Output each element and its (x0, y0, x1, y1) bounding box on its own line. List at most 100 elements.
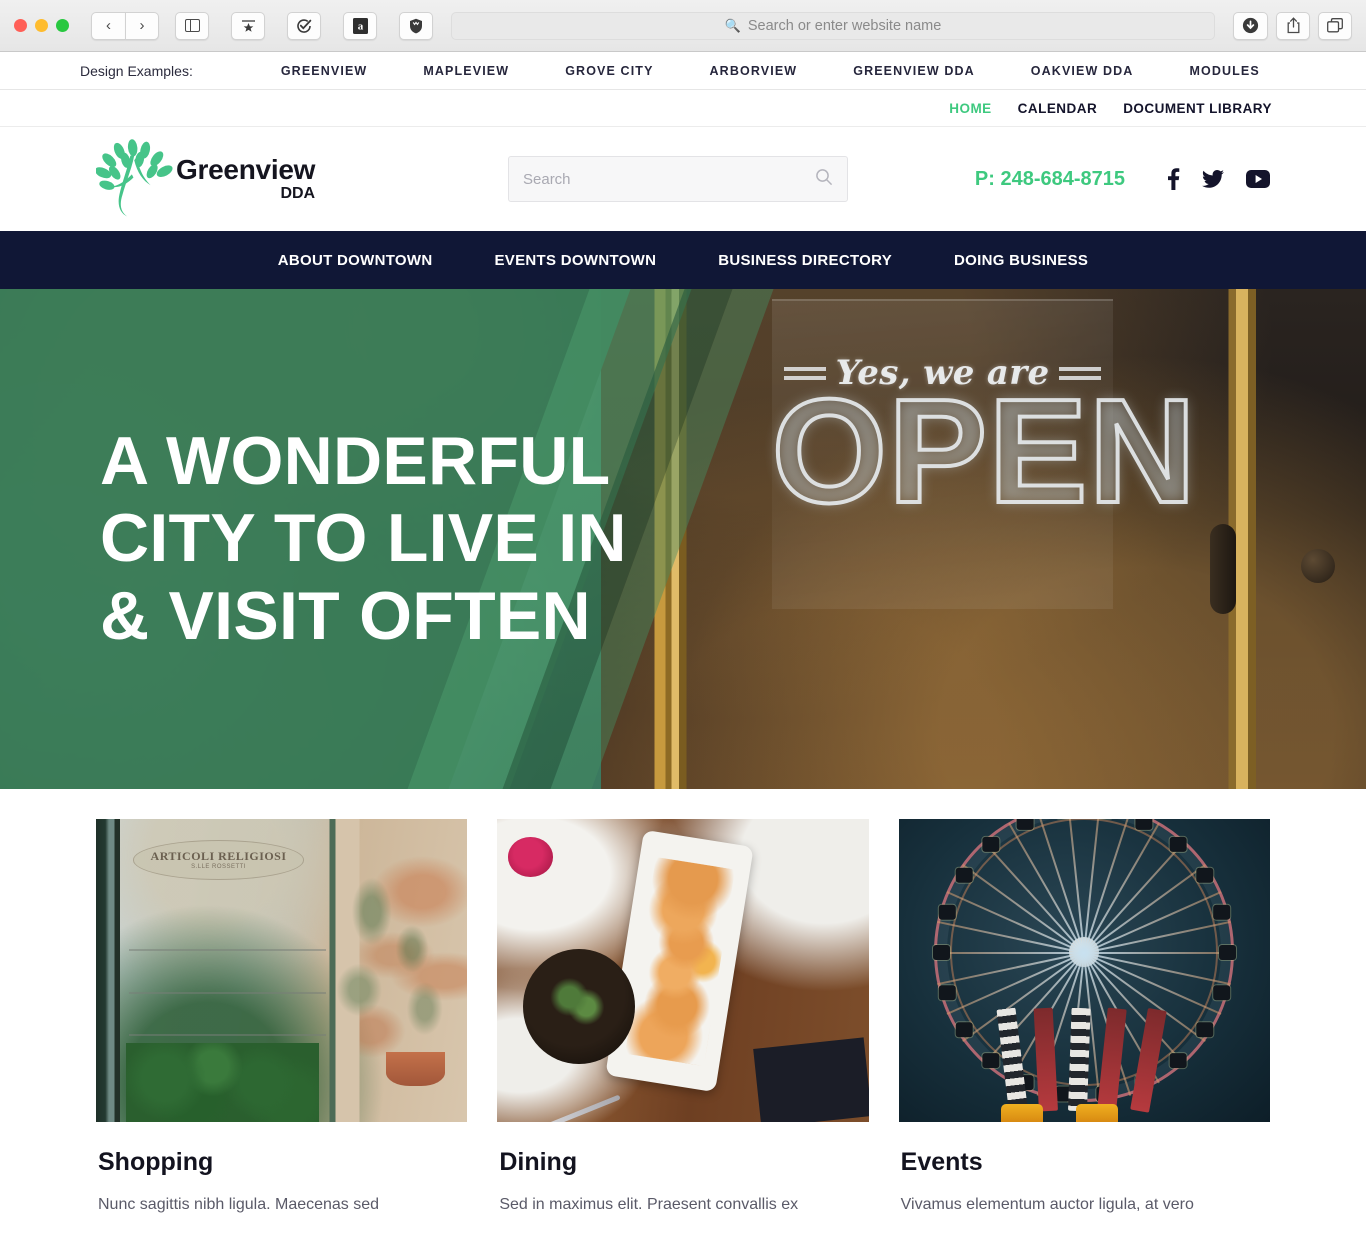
olive-branch (333, 873, 460, 1062)
dark-bowl (523, 949, 635, 1065)
window-plants (125, 1043, 319, 1122)
design-examples-label: Design Examples: (80, 62, 193, 79)
example-link-grove-city[interactable]: GROVE CITY (537, 64, 681, 78)
site-search-box[interactable] (508, 156, 848, 202)
feature-card-title: Dining (499, 1148, 578, 1176)
nav-item-about-downtown[interactable]: ABOUT DOWNTOWN (247, 252, 464, 269)
svg-text:a: a (357, 20, 363, 32)
feature-cards-section: ARTICOLI RELIGIOSI S.LLE ROSSETTI Shoppi… (0, 789, 1366, 1218)
amazon-bookmark-button[interactable]: a (343, 11, 377, 40)
browser-toolbar: ‹ › a 🔍 Search or enter website name (0, 0, 1366, 52)
nav-item-business-directory[interactable]: BUSINESS DIRECTORY (687, 252, 923, 269)
share-icon (1287, 17, 1299, 34)
ferris-car (939, 905, 957, 921)
twitter-icon[interactable] (1202, 170, 1224, 188)
downloads-button[interactable] (1233, 11, 1268, 40)
feature-card-events[interactable]: Events Vivamus elementum auctor ligula, … (898, 819, 1270, 1218)
phone-number[interactable]: P: 248-684-8715 (975, 168, 1125, 191)
feature-card-description: Nunc sagittis nibh ligula. Maecenas sed (98, 1196, 380, 1213)
ferris-car (1213, 985, 1231, 1001)
storefront-sign: ARTICOLI RELIGIOSI S.LLE ROSSETTI (133, 840, 304, 880)
download-icon (1242, 17, 1259, 34)
ferris-spoke (1084, 952, 1235, 955)
design-examples-links: GREENVIEW MAPLEVIEW GROVE CITY ARBORVIEW… (253, 64, 1288, 78)
site-logo[interactable]: Greenview DDA (96, 139, 426, 219)
tab-overview-button[interactable] (1318, 11, 1352, 40)
storefront-window-photo[interactable]: ARTICOLI RELIGIOSI S.LLE ROSSETTI (96, 819, 468, 1122)
hero-content: A WONDERFUL CITY TO LIVE IN & VISIT OFTE… (0, 289, 1366, 789)
nav-item-doing-business[interactable]: DOING BUSINESS (923, 252, 1119, 269)
hero-title: A WONDERFUL CITY TO LIVE IN & VISIT OFTE… (100, 423, 627, 656)
site-header: Greenview DDA P: 248-684-8715 (0, 127, 1366, 231)
search-icon: 🔍 (724, 17, 741, 33)
share-button[interactable] (1276, 11, 1310, 40)
ferris-car (1213, 905, 1231, 921)
checkmark-circle-icon (297, 18, 312, 33)
social-links (1167, 168, 1270, 190)
example-link-greenview-dda[interactable]: GREENVIEW DDA (825, 64, 1003, 78)
feature-card-title: Events (900, 1148, 983, 1176)
facebook-icon[interactable] (1167, 168, 1180, 190)
storefront-sign-subtext: S.LLE ROSSETTI (191, 864, 246, 871)
back-button[interactable]: ‹ (91, 11, 125, 40)
navigation-buttons: ‹ › (91, 11, 159, 40)
ferris-car (982, 837, 1000, 853)
feature-card-title: Shopping (98, 1148, 214, 1176)
design-examples-bar: Design Examples: GREENVIEW MAPLEVIEW GRO… (0, 52, 1366, 90)
ferris-car (956, 868, 974, 884)
utility-nav-item-calendar[interactable]: CALENDAR (1018, 101, 1098, 116)
utility-nav-item-document-library[interactable]: DOCUMENT LIBRARY (1123, 101, 1272, 116)
hero-title-line-3: & VISIT OFTEN (100, 577, 591, 654)
close-window-button[interactable] (14, 19, 27, 32)
sidebar-toggle-button[interactable] (175, 11, 209, 40)
rose-plate-detail (508, 837, 553, 877)
ferris-wheel-photo[interactable] (898, 819, 1270, 1122)
example-link-mapleview[interactable]: MAPLEVIEW (395, 64, 537, 78)
spoon (536, 1094, 622, 1122)
logo-name: Greenview (176, 154, 316, 185)
youtube-icon[interactable] (1246, 170, 1270, 188)
tree-logo-icon (96, 139, 173, 217)
example-link-modules[interactable]: MODULES (1161, 64, 1287, 78)
shrimp-dish (624, 856, 735, 1066)
feature-card-shopping[interactable]: ARTICOLI RELIGIOSI S.LLE ROSSETTI Shoppi… (96, 819, 468, 1218)
example-link-arborview[interactable]: ARBORVIEW (682, 64, 826, 78)
ferris-car (956, 1022, 974, 1038)
long-serving-plate (604, 829, 754, 1093)
star-bookmark-icon (241, 19, 255, 32)
logo-text: Greenview DDA (176, 156, 315, 202)
storefront-sign-text: ARTICOLI RELIGIOSI (150, 849, 287, 864)
nav-item-events-downtown[interactable]: EVENTS DOWNTOWN (464, 252, 688, 269)
hero-banner: Yes, we are OPEN A WONDERFUL CITY TO LIV… (0, 289, 1366, 789)
feature-cards: ARTICOLI RELIGIOSI S.LLE ROSSETTI Shoppi… (96, 819, 1270, 1218)
feature-card-body: Dining Sed in maximus elit. Praesent con… (497, 1122, 868, 1218)
hero-title-line-1: A WONDERFUL (100, 422, 611, 499)
tab-overview-icon (1327, 18, 1343, 33)
main-navigation: ABOUT DOWNTOWN EVENTS DOWNTOWN BUSINESS … (0, 231, 1366, 289)
hero-title-line-2: CITY TO LIVE IN (100, 500, 627, 577)
search-input[interactable] (523, 170, 815, 188)
chevron-right-icon: › (139, 17, 145, 34)
search-icon[interactable] (815, 168, 833, 191)
zoom-window-button[interactable] (56, 19, 69, 32)
header-contact-area: P: 248-684-8715 (930, 168, 1270, 191)
example-link-greenview[interactable]: GREENVIEW (253, 64, 396, 78)
ferris-car (933, 945, 951, 961)
forward-button[interactable]: › (125, 11, 159, 40)
ferris-car (1135, 819, 1153, 831)
napkin (753, 1037, 869, 1122)
terracotta-pot (385, 1052, 446, 1086)
ferris-car (939, 985, 957, 1001)
address-bar[interactable]: 🔍 Search or enter website name (451, 11, 1215, 40)
utility-nav-item-home[interactable]: HOME (949, 101, 991, 116)
feature-card-body: Events Vivamus elementum auctor ligula, … (899, 1122, 1270, 1218)
sidebar-icon (184, 19, 200, 32)
example-link-oakview-dda[interactable]: OAKVIEW DDA (1003, 64, 1162, 78)
task-check-button[interactable] (287, 11, 321, 40)
feature-card-dining[interactable]: Dining Sed in maximus elit. Praesent con… (497, 819, 869, 1218)
minimize-window-button[interactable] (35, 19, 48, 32)
reading-list-button[interactable] (231, 11, 265, 40)
shrimp-plate-photo[interactable] (497, 819, 869, 1122)
security-extension-button[interactable] (399, 11, 433, 40)
utility-nav: HOME CALENDAR DOCUMENT LIBRARY (0, 90, 1366, 127)
